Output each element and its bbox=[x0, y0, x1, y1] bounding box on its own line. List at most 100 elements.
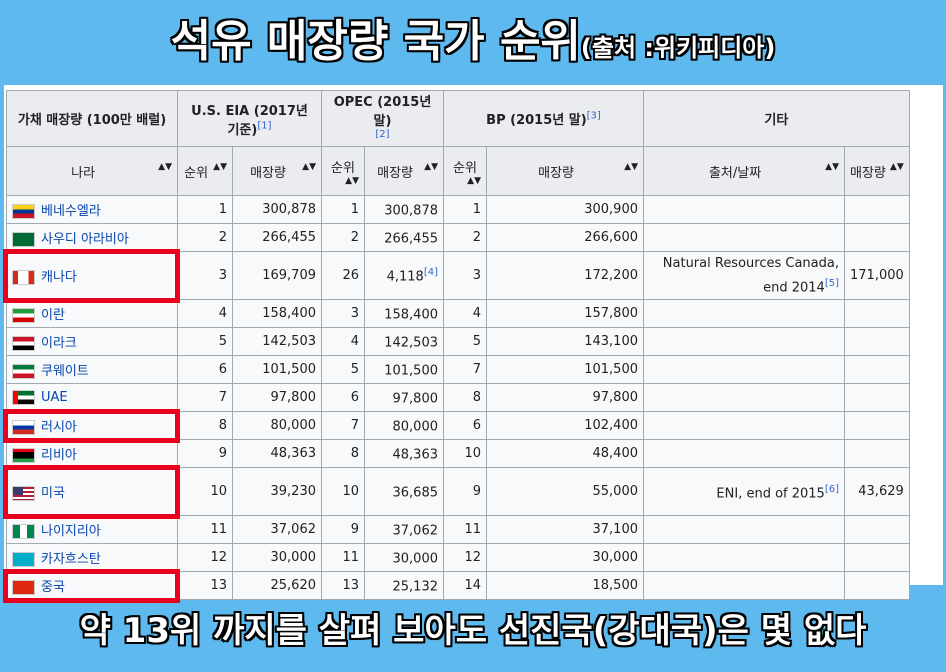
bp-reserves-cell: 143,100 bbox=[486, 327, 644, 357]
opec-reserves-cell: 30,000 bbox=[364, 543, 444, 573]
source-date-cell bbox=[643, 195, 845, 225]
opec-reserves-cell: 37,062 bbox=[364, 515, 444, 545]
opec-rank-cell: 7 bbox=[321, 411, 365, 441]
eia-rank-cell: 12 bbox=[177, 543, 233, 573]
sort-header-country[interactable]: 나라 ▲▼ bbox=[6, 146, 178, 197]
table-row: 이란 4 158,400 3 158,400 4 157,800 bbox=[6, 299, 910, 329]
sort-header-eia-reserves[interactable]: 매장량 ▲▼ bbox=[232, 146, 322, 197]
eia-ref-link[interactable]: [1] bbox=[257, 120, 271, 131]
bp-reserves-cell: 101,500 bbox=[486, 355, 644, 385]
source-date-cell bbox=[643, 543, 845, 573]
opec-rank-cell: 8 bbox=[321, 439, 365, 469]
sort-icon: ▲▼ bbox=[345, 175, 359, 186]
bp-reserves-cell: 102,400 bbox=[486, 411, 644, 441]
country-link[interactable]: 이라크 bbox=[41, 336, 77, 351]
eia-reserves-cell: 48,363 bbox=[232, 439, 322, 469]
sort-header-opec-rank[interactable]: 순위 ▲▼ bbox=[321, 146, 365, 197]
bp-rank-cell: 1 bbox=[443, 195, 487, 225]
country-cell: 베네수엘라 bbox=[6, 195, 178, 225]
sort-header-eia-rank[interactable]: 순위 ▲▼ bbox=[177, 146, 233, 197]
bp-reserves-cell: 55,000 bbox=[486, 467, 644, 517]
opec-rank-cell: 4 bbox=[321, 327, 365, 357]
opec-rank-cell: 11 bbox=[321, 543, 365, 573]
opec-reserves-cell: 80,000 bbox=[364, 411, 444, 441]
opec-reserves-cell: 97,800 bbox=[364, 383, 444, 413]
header-opec: OPEC (2015년 말) [2] bbox=[321, 89, 444, 148]
other-reserves-cell bbox=[844, 515, 910, 545]
source-date-cell: Natural Resources Canada, end 2014[5] bbox=[643, 251, 845, 301]
bp-rank-cell: 11 bbox=[443, 515, 487, 545]
other-reserves-cell bbox=[844, 223, 910, 253]
table-row: 사우디 아라비아 2 266,455 2 266,455 2 266,600 bbox=[6, 223, 910, 253]
country-link[interactable]: 나이지리아 bbox=[41, 524, 101, 539]
sort-icon: ▲▼ bbox=[302, 161, 316, 172]
caption: 약 13위 까지를 살펴 보아도 선진국(강대국)은 몇 없다 bbox=[79, 611, 867, 651]
country-cell: UAE bbox=[6, 383, 178, 413]
other-reserves-cell bbox=[844, 299, 910, 329]
opec-rank-cell: 9 bbox=[321, 515, 365, 545]
eia-reserves-cell: 300,878 bbox=[232, 195, 322, 225]
country-link[interactable]: 사우디 아라비아 bbox=[41, 232, 129, 247]
country-link[interactable]: UAE bbox=[41, 390, 68, 405]
bp-rank-cell: 10 bbox=[443, 439, 487, 469]
eia-rank-cell: 1 bbox=[177, 195, 233, 225]
country-link[interactable]: 쿠웨이트 bbox=[41, 364, 89, 379]
other-reserves-cell bbox=[844, 439, 910, 469]
header-other: 기타 bbox=[643, 89, 910, 148]
opec-rank-cell: 6 bbox=[321, 383, 365, 413]
country-link[interactable]: 카자흐스탄 bbox=[41, 552, 101, 567]
source-date-cell bbox=[643, 223, 845, 253]
sort-header-opec-reserves[interactable]: 매장량 ▲▼ bbox=[364, 146, 444, 197]
bp-rank-cell: 6 bbox=[443, 411, 487, 441]
opec-rank-cell: 10 bbox=[321, 467, 365, 517]
country-cell: 리비아 bbox=[6, 439, 178, 469]
highlight-box bbox=[2, 408, 180, 443]
sort-header-source-date[interactable]: 출처/날짜 ▲▼ bbox=[643, 146, 845, 197]
table-row: 베네수엘라 1 300,878 1 300,878 1 300,900 bbox=[6, 195, 910, 225]
bp-ref-link[interactable]: [3] bbox=[587, 111, 601, 122]
source-date-cell bbox=[643, 515, 845, 545]
bp-rank-cell: 8 bbox=[443, 383, 487, 413]
sort-header-bp-reserves[interactable]: 매장량 ▲▼ bbox=[486, 146, 644, 197]
source-ref-link[interactable]: [5] bbox=[825, 278, 839, 289]
sort-header-bp-rank[interactable]: 순위 ▲▼ bbox=[443, 146, 487, 197]
country-link[interactable]: 베네수엘라 bbox=[41, 204, 101, 219]
other-reserves-cell bbox=[844, 327, 910, 357]
sort-icon: ▲▼ bbox=[825, 161, 839, 172]
flag-icon-ir bbox=[12, 308, 35, 324]
country-link[interactable]: 리비아 bbox=[41, 448, 77, 463]
country-cell: 이라크 bbox=[6, 327, 178, 357]
sort-icon: ▲▼ bbox=[213, 161, 227, 172]
eia-reserves-cell: 39,230 bbox=[232, 467, 322, 517]
bp-reserves-cell: 172,200 bbox=[486, 251, 644, 301]
source-date-cell bbox=[643, 355, 845, 385]
sort-icon: ▲▼ bbox=[467, 175, 481, 186]
opec-ref-link[interactable]: [2] bbox=[375, 129, 389, 140]
bp-reserves-cell: 97,800 bbox=[486, 383, 644, 413]
eia-rank-cell: 7 bbox=[177, 383, 233, 413]
sort-icon: ▲▼ bbox=[424, 161, 438, 172]
eia-reserves-cell: 97,800 bbox=[232, 383, 322, 413]
country-link[interactable]: 이란 bbox=[41, 308, 65, 323]
other-reserves-cell bbox=[844, 383, 910, 413]
opec-reserves-cell: 36,685 bbox=[364, 467, 444, 517]
source-ref-link[interactable]: [6] bbox=[825, 484, 839, 495]
eia-rank-cell: 2 bbox=[177, 223, 233, 253]
title-source: (출처 :위키피디아) bbox=[580, 34, 776, 62]
source-date-cell bbox=[643, 411, 845, 441]
bp-reserves-cell: 48,400 bbox=[486, 439, 644, 469]
highlight-box bbox=[2, 464, 180, 519]
eia-reserves-cell: 158,400 bbox=[232, 299, 322, 329]
bp-reserves-cell: 37,100 bbox=[486, 515, 644, 545]
bp-reserves-cell: 300,900 bbox=[486, 195, 644, 225]
opec-reserves-cell: 300,878 bbox=[364, 195, 444, 225]
source-date-cell bbox=[643, 327, 845, 357]
opec-ref-link[interactable]: [4] bbox=[424, 267, 438, 278]
flag-icon-ng bbox=[12, 524, 35, 540]
opec-reserves-cell: 142,503 bbox=[364, 327, 444, 357]
eia-reserves-cell: 37,062 bbox=[232, 515, 322, 545]
sort-header-other-reserves[interactable]: 매장량 ▲▼ bbox=[844, 146, 910, 197]
eia-rank-cell: 5 bbox=[177, 327, 233, 357]
eia-rank-cell: 9 bbox=[177, 439, 233, 469]
bp-reserves-cell: 266,600 bbox=[486, 223, 644, 253]
